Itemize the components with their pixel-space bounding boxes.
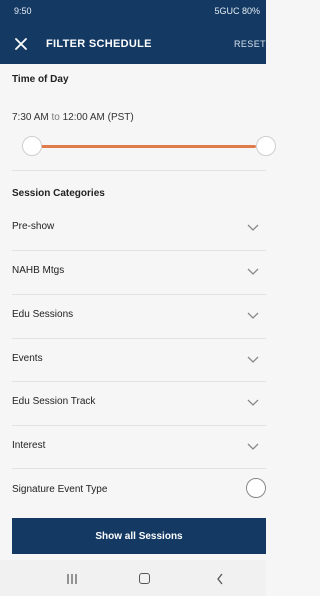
time-start: 7:30 AM: [12, 112, 49, 123]
status-indicators: 5GUC 80%: [214, 6, 260, 16]
category-row-edu-session-track[interactable]: Edu Session Track: [0, 382, 266, 426]
chevron-down-icon: [247, 268, 259, 275]
category-label: Interest: [12, 440, 46, 451]
signature-event-radio[interactable]: [246, 478, 266, 498]
reset-button[interactable]: RESET: [234, 39, 266, 49]
category-label: NAHB Mtgs: [12, 265, 65, 276]
category-row-interest[interactable]: Interest: [0, 426, 266, 470]
back-icon[interactable]: [216, 573, 224, 585]
home-icon[interactable]: [139, 573, 150, 584]
chevron-down-icon: [247, 443, 259, 450]
session-categories-title: Session Categories: [12, 188, 105, 199]
time-range-start-handle[interactable]: [22, 136, 42, 156]
chevron-down-icon: [247, 399, 259, 406]
time-range-slider-track[interactable]: [34, 145, 256, 148]
category-row-edu-sessions[interactable]: Edu Sessions: [0, 295, 266, 339]
chevron-down-icon: [247, 224, 259, 231]
system-nav-bar: [0, 560, 266, 596]
time-end: 12:00 AM (PST): [62, 112, 134, 123]
status-time: 9:50: [14, 6, 32, 16]
app-header: 9:50 5GUC 80% FILTER SCHEDULE RESET: [0, 0, 266, 64]
time-connector: to: [51, 112, 60, 123]
signature-event-label: Signature Event Type: [12, 484, 108, 495]
category-row-pre-show[interactable]: Pre-show: [0, 207, 266, 251]
signature-event-row[interactable]: Signature Event Type: [0, 470, 266, 514]
category-label: Pre-show: [12, 221, 55, 232]
category-label: Edu Sessions: [12, 309, 74, 320]
show-all-sessions-button[interactable]: Show all Sessions: [12, 518, 266, 554]
chevron-down-icon: [247, 312, 259, 319]
category-label: Edu Session Track: [12, 396, 96, 407]
category-label: Events: [12, 353, 43, 364]
divider: [12, 170, 266, 171]
divider: [12, 468, 266, 469]
close-icon[interactable]: [13, 36, 29, 52]
category-row-events[interactable]: Events: [0, 339, 266, 383]
time-of-day-title: Time of Day: [12, 74, 69, 85]
chevron-down-icon: [247, 356, 259, 363]
recent-apps-icon[interactable]: [66, 574, 78, 584]
time-range-end-handle[interactable]: [256, 136, 276, 156]
time-range-label: 7:30 AM to 12:00 AM (PST): [12, 112, 134, 123]
page-title: FILTER SCHEDULE: [46, 38, 152, 50]
category-row-nahb-mtgs[interactable]: NAHB Mtgs: [0, 251, 266, 295]
